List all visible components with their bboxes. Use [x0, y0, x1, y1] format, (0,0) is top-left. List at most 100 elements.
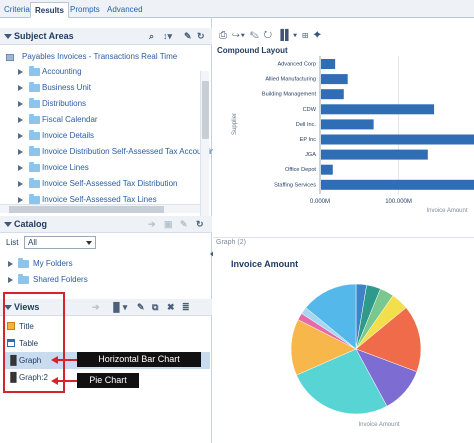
callout-pie-chart: Pie Chart: [77, 373, 139, 388]
delete-icon[interactable]: ✖: [167, 302, 175, 313]
folder-icon: [29, 114, 40, 124]
bar: [321, 149, 428, 160]
folder-label: Shared Folders: [33, 275, 88, 284]
layout-icon[interactable]: ⊞: [302, 30, 309, 41]
expand-icon[interactable]: [18, 101, 23, 107]
print-icon[interactable]: ⎙: [219, 30, 228, 41]
expand-icon[interactable]: [18, 181, 23, 187]
callout-horizontal-bar-chart: Horizontal Bar Chart: [77, 352, 201, 367]
filter-icon[interactable]: ✦: [313, 30, 322, 41]
folder-label: Business Unit: [42, 83, 91, 92]
export-icon[interactable]: ↪▾: [232, 30, 246, 41]
x-tick-label: 100.000M: [385, 199, 412, 205]
category-tick-label: Allied Manufacturing: [265, 77, 316, 83]
category-tick-label: CDW: [303, 107, 317, 113]
catalog-list-select[interactable]: All: [24, 236, 96, 249]
expand-icon[interactable]: [18, 69, 23, 75]
refresh-icon[interactable]: ↻: [197, 31, 205, 42]
folder-label: Invoice Distribution Self-Assessed Tax A…: [42, 147, 219, 156]
new-view-icon[interactable]: ▐▌▾: [277, 30, 298, 41]
expand-icon[interactable]: [18, 149, 23, 155]
catalog-header[interactable]: Catalog ➔ ▣ ✎ ↻: [0, 216, 212, 233]
scroll-thumb[interactable]: [9, 206, 164, 213]
expand-icon[interactable]: [8, 261, 13, 267]
tab-criteria[interactable]: Criteria: [0, 2, 34, 18]
expand-icon[interactable]: [18, 85, 23, 91]
scroll-thumb[interactable]: [202, 81, 209, 139]
subject-area-icon: [6, 54, 14, 61]
tab-bar: Criteria Results Prompts Advanced: [0, 0, 474, 18]
collapse-caret-icon[interactable]: [4, 222, 12, 227]
bar: [321, 134, 474, 145]
sort-icon[interactable]: ↕▾: [163, 31, 172, 42]
refresh-icon[interactable]: ↻: [264, 30, 273, 41]
category-tick-label: Dell Inc.: [296, 122, 317, 128]
folder-label: My Folders: [33, 259, 73, 268]
catalog-list-value: All: [28, 238, 37, 247]
bar: [321, 59, 336, 69]
tab-results[interactable]: Results: [30, 2, 69, 18]
category-tick-label: Advanced Corp: [277, 62, 316, 68]
add-icon[interactable]: ➔: [148, 219, 156, 230]
tab-prompts[interactable]: Prompts: [66, 2, 104, 18]
category-tick-label: Office Depot: [285, 167, 316, 173]
expand-icon[interactable]: [18, 117, 23, 123]
pie-chart: Invoice Amount: [290, 283, 422, 428]
bar: [321, 179, 474, 190]
category-tick-label: EP Inc: [300, 137, 317, 143]
annotation-arrow: [57, 380, 77, 382]
folder-label: Fiscal Calendar: [42, 115, 98, 124]
collapse-caret-icon[interactable]: [4, 34, 12, 39]
expand-icon[interactable]: [18, 165, 23, 171]
expand-icon[interactable]: [8, 277, 13, 283]
folder-label: Distributions: [42, 99, 87, 108]
add-view-icon[interactable]: ➔: [92, 302, 100, 313]
copy-icon[interactable]: ▣: [164, 219, 173, 230]
catalog-list-label: List: [6, 238, 19, 247]
chevron-down-icon: [86, 241, 92, 245]
pie-chart-title: Invoice Amount: [231, 259, 299, 269]
results-toolbar: ⎙ ↪▾ ✎ ↻ ▐▌▾ ⊞ ✦: [213, 26, 474, 46]
duplicate-icon[interactable]: ⧉: [152, 302, 158, 313]
right-pane: ⎙ ↪▾ ✎ ↻ ▐▌▾ ⊞ ✦ Compound Layout Supplie…: [213, 18, 474, 443]
x-tick-label: 0.000M: [310, 199, 330, 205]
y-axis-label: Supplier: [232, 113, 238, 135]
bar: [321, 74, 348, 85]
annotation-arrow: [57, 359, 77, 361]
folder-icon: [29, 98, 40, 108]
subject-areas-vertical-scrollbar[interactable]: [200, 71, 209, 220]
expand-icon[interactable]: [18, 133, 23, 139]
subject-areas-horizontal-scrollbar[interactable]: [0, 204, 200, 213]
folder-icon: [29, 146, 40, 156]
rename-icon[interactable]: ≣: [182, 302, 190, 313]
subject-area-root-label: Payables Invoices - Transactions Real Ti…: [22, 52, 178, 61]
catalog-title: Catalog: [14, 219, 48, 229]
category-tick-label: JGA: [305, 152, 316, 158]
new-view-icon[interactable]: ▐▌▾: [110, 302, 127, 313]
graph2-label: Graph (2): [216, 239, 246, 246]
subject-areas-header[interactable]: Subject Areas ⌕ ↕▾ ✎ ↻: [0, 28, 212, 45]
category-tick-label: Staffing Services: [274, 182, 316, 188]
tab-advanced[interactable]: Advanced: [103, 2, 147, 18]
category-tick-label: Building Management: [262, 92, 317, 98]
pie-x-label: Invoice Amount: [358, 422, 399, 428]
refresh-icon[interactable]: ↻: [196, 219, 204, 230]
folder-icon: [18, 258, 29, 268]
folder-icon: [29, 82, 40, 92]
bar: [321, 119, 374, 130]
bar: [321, 89, 344, 100]
divider: [213, 237, 474, 238]
edit-icon[interactable]: ✎: [137, 302, 145, 313]
folder-icon: [29, 162, 40, 172]
edit-icon[interactable]: ✎: [184, 31, 192, 42]
search-icon[interactable]: ⌕: [149, 31, 154, 42]
folder-icon: [29, 66, 40, 76]
edit-icon[interactable]: ✎: [250, 30, 260, 41]
edit-icon[interactable]: ✎: [180, 219, 188, 230]
horizontal-bar-chart: Supplier Advanced Corp Allied Manufacturin…: [232, 56, 474, 214]
bar: [321, 164, 333, 175]
folder-label: Invoice Self-Assessed Tax Distribution: [42, 179, 178, 188]
subject-areas-title: Subject Areas: [14, 31, 74, 41]
expand-icon[interactable]: [18, 197, 23, 203]
folder-icon: [29, 178, 40, 188]
